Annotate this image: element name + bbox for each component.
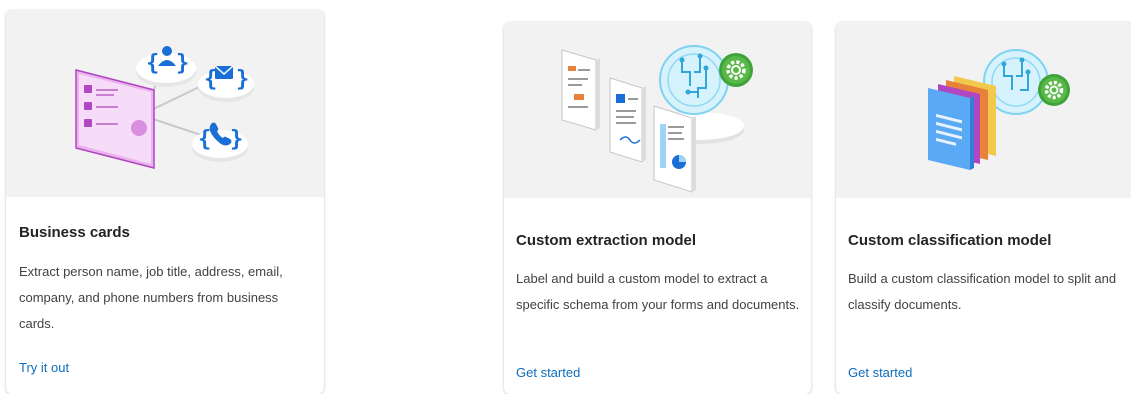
document-stack-icon xyxy=(928,76,996,170)
svg-text:}: } xyxy=(230,127,243,152)
custom-extraction-illustration xyxy=(504,22,811,198)
svg-text:}: } xyxy=(176,51,189,76)
custom-classification-graphic xyxy=(928,49,1070,170)
circuit-sphere-icon xyxy=(659,45,729,115)
phone-bubble-icon: { } xyxy=(192,122,248,162)
svg-text:}: } xyxy=(236,67,249,92)
business-card-illustration: { } { } { } xyxy=(6,10,324,197)
chart-document-icon xyxy=(653,105,696,193)
card-description: Label and build a custom model to extrac… xyxy=(516,271,800,312)
custom-classification-illustration xyxy=(836,22,1131,198)
mail-bubble-icon: { } xyxy=(198,65,254,102)
card-title: Custom extraction model xyxy=(516,232,697,249)
business-card-graphic: { } { } { } xyxy=(75,46,254,169)
svg-text:{: { xyxy=(146,51,159,76)
business-cards-card[interactable]: { } { } { } Business cards Extract perso… xyxy=(6,10,324,394)
custom-extraction-card[interactable]: Custom extraction model Label and build … xyxy=(504,22,811,394)
get-started-link[interactable]: Get started xyxy=(848,365,912,380)
form-document-icon xyxy=(561,49,600,131)
contact-card-icon xyxy=(75,69,155,169)
try-it-out-link[interactable]: Try it out xyxy=(19,360,69,375)
card-title: Custom classification model xyxy=(848,232,1052,249)
gear-badge-icon xyxy=(719,53,753,87)
person-bubble-icon: { } xyxy=(136,46,196,87)
get-started-link[interactable]: Get started xyxy=(516,365,580,380)
svg-text:{: { xyxy=(198,127,211,152)
custom-classification-card[interactable]: Custom classification model Build a cust… xyxy=(836,22,1131,394)
custom-extraction-graphic xyxy=(561,45,753,193)
gear-badge-icon xyxy=(1038,74,1070,106)
card-description: Extract person name, job title, address,… xyxy=(19,264,283,331)
card-description: Build a custom classification model to s… xyxy=(848,271,1117,312)
report-document-icon xyxy=(609,77,646,163)
card-title: Business cards xyxy=(19,224,130,241)
